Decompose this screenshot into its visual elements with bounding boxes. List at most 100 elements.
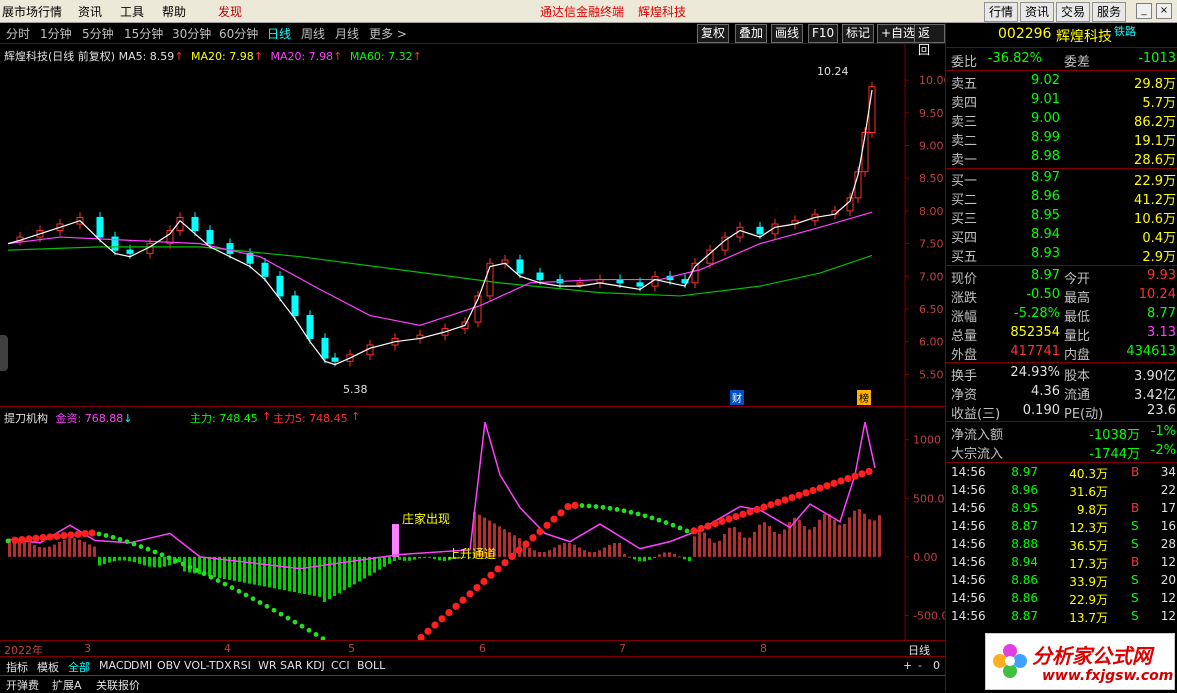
sell-row[interactable]: 卖一 8.98 28.6万 bbox=[946, 149, 1177, 168]
bottom-row2: 开弹费 扩展A 关联报价 bbox=[0, 675, 945, 693]
sell-row[interactable]: 卖二 8.99 19.1万 bbox=[946, 130, 1177, 149]
zoom-out-button[interactable]: - bbox=[918, 659, 922, 672]
zoom-reset-button[interactable]: 0 bbox=[933, 659, 940, 672]
buy-row[interactable]: 买一 8.97 22.9万 bbox=[946, 170, 1177, 189]
buy-price: 8.93 bbox=[1031, 246, 1060, 261]
info-button[interactable]: 资讯 bbox=[1020, 2, 1055, 22]
tab-all[interactable]: 全部 bbox=[68, 659, 90, 675]
sector-tag[interactable]: 铁路 bbox=[1114, 23, 1136, 39]
histogram-bar bbox=[38, 546, 41, 557]
tab-monthly[interactable]: 月线 bbox=[335, 25, 359, 42]
menu-discover[interactable]: 发现 bbox=[218, 3, 242, 20]
minimize-icon[interactable]: _ bbox=[1136, 3, 1152, 19]
zhuli-dot bbox=[704, 522, 712, 530]
zhulis-label: 主力S: 748.45 bbox=[273, 412, 348, 425]
adjust-button[interactable]: 复权 bbox=[697, 24, 730, 43]
stat2-label: 净资 bbox=[951, 388, 978, 403]
buy-row[interactable]: 买五 8.93 2.9万 bbox=[946, 246, 1177, 265]
flow-pct: -2% bbox=[1150, 443, 1176, 458]
buy-price: 8.95 bbox=[1031, 208, 1060, 223]
price-chart[interactable]: 10.00 9.50 9.00 8.50 8.00 7.50 7.00 6.50 6.00 5.5… bbox=[0, 44, 945, 406]
menu-tools[interactable]: 工具 bbox=[120, 3, 144, 20]
tab-weekly[interactable]: 周线 bbox=[301, 25, 325, 42]
histogram-bar bbox=[763, 522, 766, 557]
tick-row: 14:56 8.94 17.3万 B 12 bbox=[946, 555, 1177, 573]
buy-row[interactable]: 买四 8.94 0.4万 bbox=[946, 227, 1177, 246]
tab-indicator[interactable]: 指标 bbox=[6, 659, 28, 675]
tab-daily[interactable]: 日线 bbox=[267, 25, 291, 42]
menu-help[interactable]: 帮助 bbox=[162, 3, 186, 20]
tab-rsi[interactable]: RSI bbox=[233, 659, 251, 672]
histogram-bar bbox=[873, 520, 876, 557]
tick-volume: 31.6万 bbox=[1069, 485, 1108, 499]
tick-side: B bbox=[1131, 501, 1140, 515]
sell-row[interactable]: 卖五 9.02 29.8万 bbox=[946, 73, 1177, 92]
tab-vol-tdx[interactable]: VOL-TDX bbox=[184, 659, 232, 672]
histogram-bar bbox=[698, 531, 701, 557]
close-icon[interactable]: × bbox=[1156, 3, 1172, 19]
zhuli-dot bbox=[53, 532, 61, 540]
tab-row2-1[interactable]: 扩展A bbox=[52, 677, 82, 693]
zoom-in-button[interactable]: + bbox=[903, 659, 912, 672]
service-button[interactable]: 服务 bbox=[1092, 2, 1127, 22]
ranking-badge[interactable]: 榜 bbox=[857, 390, 871, 405]
add-watchlist-button[interactable]: +自选 bbox=[877, 24, 920, 43]
menu-news[interactable]: 资讯 bbox=[78, 3, 102, 20]
mark-button[interactable]: 标记 bbox=[842, 24, 875, 43]
draw-button[interactable]: 画线 bbox=[771, 24, 804, 43]
finance-badge[interactable]: 财 bbox=[730, 390, 744, 405]
menu-market[interactable]: 展市场行情 bbox=[2, 3, 62, 20]
tab-row2-2[interactable]: 关联报价 bbox=[96, 677, 140, 693]
sell-price: 9.01 bbox=[1031, 92, 1060, 107]
trade-button[interactable]: 交易 bbox=[1056, 2, 1091, 22]
tab-dmi[interactable]: DMI bbox=[131, 659, 152, 672]
tab-60min[interactable]: 60分钟 bbox=[219, 25, 258, 42]
indicator-chart[interactable]: 1000 500.0 0.00 -500.0 提刀机构 金资: 768.88↓ 主力:… bbox=[0, 408, 945, 640]
tab-obv[interactable]: OBV bbox=[157, 659, 180, 672]
tab-template[interactable]: 模板 bbox=[37, 659, 59, 675]
buy-row[interactable]: 买三 8.95 10.6万 bbox=[946, 208, 1177, 227]
buy-price: 8.97 bbox=[1031, 170, 1060, 185]
uptrend-annotation: 上升通道 bbox=[448, 547, 497, 561]
histogram-bar bbox=[98, 556, 101, 566]
tab-5min[interactable]: 5分钟 bbox=[82, 25, 114, 42]
tab-sar[interactable]: SAR bbox=[280, 659, 302, 672]
back-button[interactable]: 返回 bbox=[914, 24, 945, 57]
stat-value-2: 8.77 bbox=[1147, 306, 1176, 321]
sell-row[interactable]: 卖三 9.00 86.2万 bbox=[946, 111, 1177, 130]
sidebar-toggle-handle[interactable] bbox=[0, 335, 8, 371]
tab-kdj[interactable]: KDJ bbox=[306, 659, 325, 672]
histogram-bar bbox=[678, 556, 681, 558]
histogram-bar bbox=[813, 526, 816, 557]
tab-boll[interactable]: BOLL bbox=[357, 659, 385, 672]
tick-side: S bbox=[1131, 609, 1139, 623]
histogram-bar bbox=[318, 556, 321, 597]
chart-title: 辉煌科技(日线 前复权) bbox=[4, 50, 116, 63]
tick-price: 8.95 bbox=[1011, 501, 1038, 515]
sell-level-label: 卖二 bbox=[951, 134, 978, 149]
buy-row[interactable]: 买二 8.96 41.2万 bbox=[946, 189, 1177, 208]
tab-1min[interactable]: 1分钟 bbox=[40, 25, 72, 42]
tab-cci[interactable]: CCI bbox=[331, 659, 350, 672]
tab-wr[interactable]: WR bbox=[258, 659, 277, 672]
tab-intraday[interactable]: 分时 bbox=[6, 25, 30, 42]
tick-count: 22 bbox=[1160, 483, 1176, 497]
overlay-button[interactable]: 叠加 bbox=[735, 24, 768, 43]
tab-row2-0[interactable]: 开弹费 bbox=[6, 677, 39, 693]
sell-row[interactable]: 卖四 9.01 5.7万 bbox=[946, 92, 1177, 111]
histogram-bar bbox=[623, 553, 626, 557]
tab-macd[interactable]: MACD bbox=[99, 659, 132, 672]
zhuli-dot bbox=[46, 533, 54, 541]
stat-row: 涨跌 -0.50 最高 10.24 bbox=[946, 287, 1177, 306]
tab-15min[interactable]: 15分钟 bbox=[124, 25, 163, 42]
histogram-bar bbox=[48, 546, 51, 557]
zhuli-dot bbox=[774, 498, 782, 506]
f10-button[interactable]: F10 bbox=[808, 24, 839, 43]
histogram-bar bbox=[133, 556, 136, 563]
tab-30min[interactable]: 30分钟 bbox=[172, 25, 211, 42]
zhuli-dot bbox=[557, 509, 565, 517]
zhuli-dot bbox=[586, 503, 592, 509]
tab-more[interactable]: 更多 > bbox=[369, 25, 407, 42]
zhuangjia-marker bbox=[392, 524, 399, 557]
quote-button[interactable]: 行情 bbox=[984, 2, 1019, 22]
